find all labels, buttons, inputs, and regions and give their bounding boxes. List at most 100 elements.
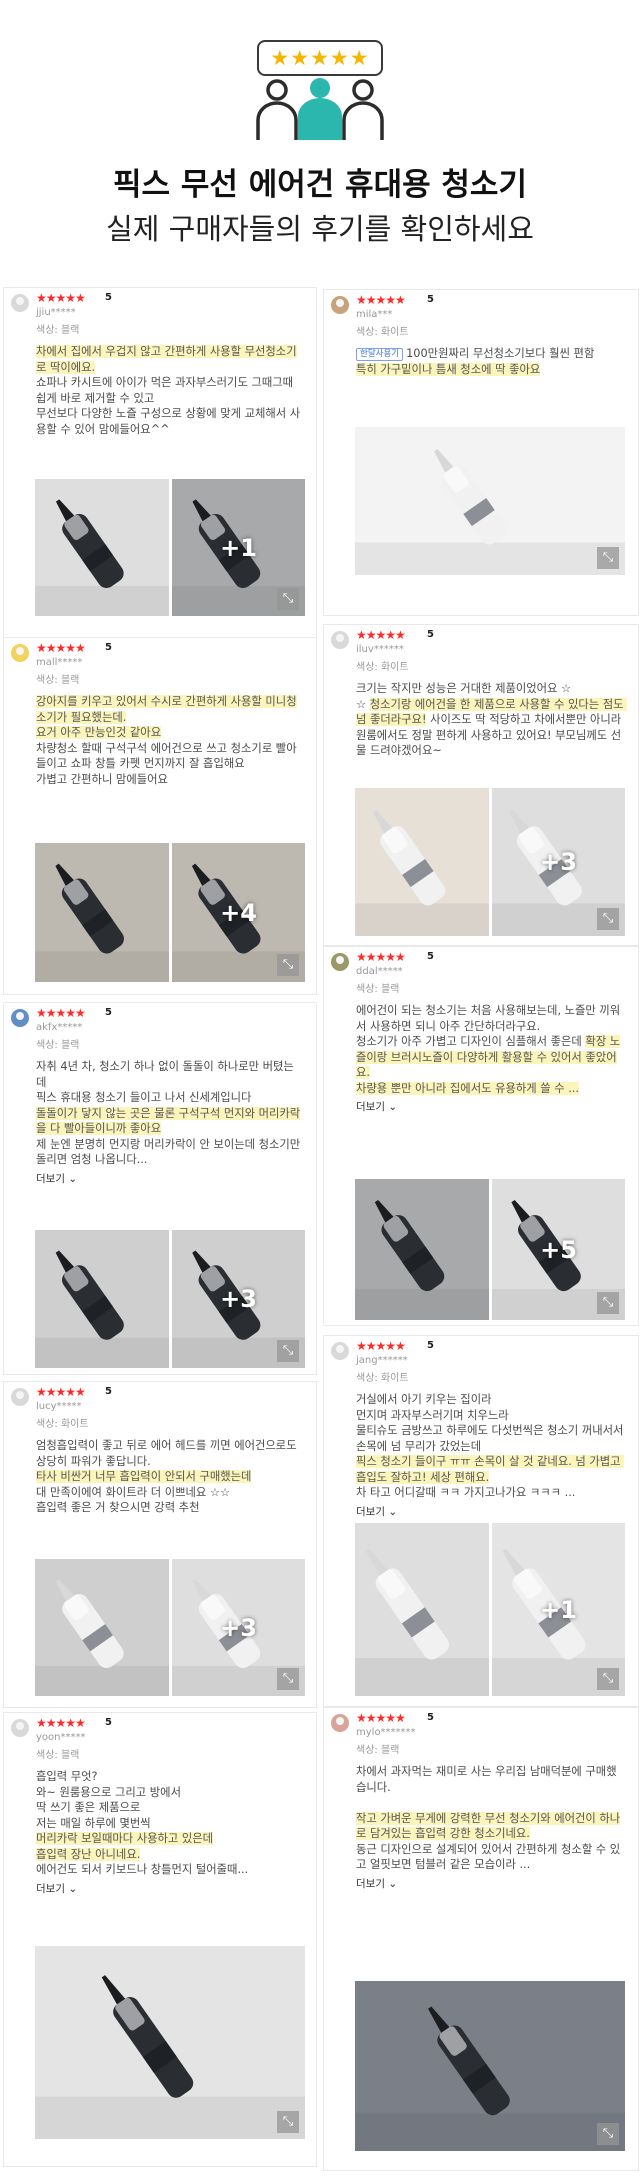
review-photos: +3 ⤡ [35,1559,305,1696]
rating-score: 5 [105,1007,112,1018]
review-photo[interactable] [355,1179,489,1320]
star-rating-icon: ★★★★★ [36,1006,86,1020]
review-body: 거실에서 아기 키우는 집이라 먼지며 과자부스러기며 치우느라 물티슈도 금방… [324,1386,638,1501]
review-photo[interactable]: ⤡ [355,1981,625,2151]
reviewer-id: yoon***** [36,1732,86,1743]
review-photos: +1 ⤡ [355,1523,625,1696]
expand-icon[interactable]: ⤡ [597,547,619,569]
review-text-highlight: 타사 비싼거 너무 흡입력이 안되서 구매했는데 [36,1470,252,1483]
product-option: 색상: 화이트 [36,1419,89,1430]
expand-icon[interactable]: ⤡ [597,2123,619,2145]
more-button[interactable]: 더보기 ⌄ [324,1096,638,1114]
review-photo[interactable] [35,843,169,982]
five-star-icon: ★★★★★ [270,46,370,70]
avatar [11,294,29,312]
review-text: 대 만족이에여 화이트라 더 이쁘네요 ☆☆ 흡입력 좋은 거 찾으시면 강력 … [36,1485,231,1515]
expand-icon[interactable]: ⤡ [597,1668,619,1690]
rating-score: 5 [427,629,434,640]
more-button[interactable]: 더보기 ⌄ [324,1501,638,1519]
avatar [331,631,349,649]
review-photo[interactable] [35,1559,169,1696]
more-label: 더보기 [36,1882,65,1895]
photo-count: +1 [540,1595,577,1624]
review-card: ★★★★★ 5 mylo******* 색상: 블랙 차에서 과자먹는 재미로 … [323,1707,639,2171]
review-header: ★★★★★ 5 ddal***** [324,947,638,981]
review-text: 차 타고 어디갈때 ㅋㅋ 가지고나가요 ㅋㅋㅋ ... [356,1486,576,1499]
expand-icon[interactable]: ⤡ [277,1668,299,1690]
photo-count: +3 [220,1285,257,1313]
product-option: 색상: 블랙 [36,675,80,686]
expand-icon[interactable]: ⤡ [277,2111,299,2133]
star-rating-icon: ★★★★★ [356,950,406,964]
review-body: 흡입력 무엇? 와~ 원룸용으로 그리고 방에서 딱 쓰기 좋은 제품으로 저는… [4,1763,316,1878]
rating-score: 5 [427,1712,434,1723]
review-card: ★★★★★ 5 lucy***** 색상: 화이트 엄청흡입력이 좋고 뒤로 에… [3,1381,317,1708]
star-rating-icon: ★★★★★ [356,1339,406,1353]
review-photo[interactable]: +3 ⤡ [172,1230,305,1368]
photo-count: +3 [540,848,577,876]
review-tag: 한달사용기 [356,348,404,361]
photo-count: +3 [220,1613,257,1642]
review-text-highlight: 강아지를 키우고 있어서 수시로 간편하게 사용할 미니청소기가 필요했는데. … [36,695,297,739]
review-photo[interactable]: +4 ⤡ [172,843,305,982]
reviewer-id: jang****** [356,1355,408,1366]
chevron-down-icon: ⌄ [68,1882,78,1895]
review-text: 자취 4년 차, 청소기 하나 없이 돌돌이 하나로만 버텼는데 픽스 휴대용 … [36,1060,294,1104]
more-label: 더보기 [36,1172,65,1185]
review-photo[interactable]: +3 ⤡ [172,1559,305,1696]
rating-score: 5 [427,1340,434,1351]
expand-icon[interactable]: ⤡ [277,1340,299,1362]
photo-count: +1 [220,533,257,562]
product-option: 색상: 블랙 [36,1750,80,1761]
review-body: 크기는 작지만 성능은 거대한 제품이었어요 ☆ ☆ 청소기랑 에어건을 한 제… [324,675,638,759]
review-text: 쇼파나 카시트에 아이가 먹은 과자부스러기도 그때그때 쉽게 바로 제거할 수… [36,376,301,436]
review-body: 차에서 과자먹는 재미로 사는 우리집 남매덕분에 구매했습니다. 작고 가벼운… [324,1758,638,1873]
review-header: ★★★★★ 5 jang****** [324,1336,638,1370]
review-photo[interactable]: +5 ⤡ [492,1179,625,1320]
review-card: ★★★★★ 5 iluv****** 색상: 화이트 크기는 작지만 성능은 거… [323,624,639,946]
review-photo[interactable]: +3 ⤡ [492,788,625,936]
review-photo[interactable]: +1 ⤡ [172,479,305,616]
review-text-highlight: 작고 가벼운 무게에 강력한 무선 청소기와 에어건이 하나로 담겨있는 흡입력… [356,1811,621,1840]
avatar [331,953,349,971]
review-photo[interactable]: ⤡ [355,427,625,575]
expand-icon[interactable]: ⤡ [277,954,299,976]
review-text-highlight: 특히 가구밑이나 틈새 청소에 딱 좋아요 [356,362,541,376]
star-rating-icon: ★★★★★ [36,291,86,305]
review-photo[interactable] [35,1230,169,1368]
expand-icon[interactable]: ⤡ [597,908,619,930]
more-button[interactable]: 더보기 ⌄ [4,1168,316,1186]
review-photos: ⤡ [355,427,625,575]
review-text-highlight: 픽스 청소기 들이구 ㅠㅠ 손목이 살 것 같네요. 넘 가볍고 흡입도 잘하고… [356,1455,625,1484]
review-card: ★★★★★ 5 akfx***** 색상: 블랙 자취 4년 차, 청소기 하나… [3,1002,317,1375]
reviewer-id: iluv****** [356,644,404,655]
star-rating-icon: ★★★★★ [356,628,406,642]
review-photo[interactable] [35,479,169,616]
review-card: ★★★★★ 5 jang****** 색상: 화이트 거실에서 아기 키우는 집… [323,1335,639,1707]
expand-icon[interactable]: ⤡ [597,1292,619,1314]
review-photo[interactable]: +1 ⤡ [492,1523,625,1696]
review-body: 에어건이 되는 청소기는 처음 사용해보는데, 노즐만 끼워서 사용하면 되니 … [324,997,638,1096]
avatar [11,1719,29,1737]
review-card: ★★★★★ 5 yoon***** 색상: 블랙 흡입력 무엇? 와~ 원룸용으… [3,1712,317,2167]
review-photos: +3 ⤡ [355,788,625,936]
more-button[interactable]: 더보기 ⌄ [4,1878,316,1896]
review-body: 자취 4년 차, 청소기 하나 없이 돌돌이 하나로만 버텼는데 픽스 휴대용 … [4,1053,316,1168]
product-option: 색상: 블랙 [356,984,400,995]
product-option: 색상: 화이트 [356,662,409,673]
review-header: ★★★★★ 5 lucy***** [4,1382,316,1416]
reviewer-id: mall***** [36,657,83,668]
rating-score: 5 [105,1386,112,1397]
review-photo[interactable] [355,788,489,936]
reviewer-id: ddal***** [356,966,403,977]
star-rating-icon: ★★★★★ [36,1385,86,1399]
review-photos: ⤡ [35,1946,305,2139]
review-photo[interactable]: ⤡ [35,1946,305,2139]
review-text: 거실에서 아기 키우는 집이라 먼지며 과자부스러기며 치우느라 물티슈도 금방… [356,1393,624,1453]
review-photo[interactable] [355,1523,489,1696]
review-header: ★★★★★ 5 mall***** [4,638,316,672]
more-button[interactable]: 더보기 ⌄ [324,1873,638,1891]
rating-badge: ★★★★★ [257,40,383,76]
review-text: 흡입력 무엇? 와~ 원룸용으로 그리고 방에서 딱 쓰기 좋은 제품으로 저는… [36,1770,181,1830]
expand-icon[interactable]: ⤡ [277,588,299,610]
